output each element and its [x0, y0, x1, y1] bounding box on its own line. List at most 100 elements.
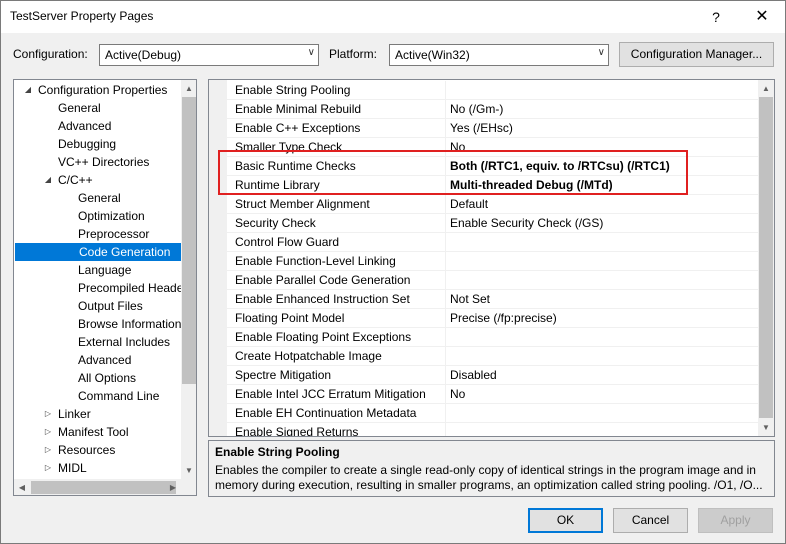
scroll-left-icon[interactable]: ◀ [14, 479, 30, 495]
property-row[interactable]: Enable Intel JCC Erratum Mitigation No [227, 385, 758, 404]
scroll-down-icon[interactable]: ▼ [181, 462, 196, 479]
tree-item[interactable]: Advanced [14, 117, 180, 135]
tree-item[interactable]: Preprocessor [14, 225, 180, 243]
property-name: Enable Signed Returns [235, 425, 359, 437]
property-value[interactable]: No [450, 387, 465, 401]
property-row[interactable]: Enable Signed Returns [227, 423, 758, 437]
tree-item[interactable]: General [14, 99, 180, 117]
property-row[interactable]: Control Flow Guard [227, 233, 758, 252]
collapse-arrow-icon[interactable]: ◢ [23, 81, 33, 99]
ok-button[interactable]: OK [528, 508, 603, 533]
tree-item[interactable]: Code Generation [15, 243, 181, 261]
configuration-label: Configuration: [13, 47, 88, 61]
tree-item-label: Advanced [58, 119, 112, 133]
column-divider [445, 252, 446, 271]
property-value[interactable]: Precise (/fp:precise) [450, 311, 557, 325]
property-value[interactable]: Default [450, 197, 488, 211]
tree-item-label: Precompiled Heade [78, 281, 184, 295]
tree-item[interactable]: Language [14, 261, 180, 279]
property-row[interactable]: Enable Enhanced Instruction Set Not Set [227, 290, 758, 309]
tree-item-label: Code Generation [79, 245, 171, 259]
property-row[interactable]: Enable Minimal Rebuild No (/Gm-) [227, 100, 758, 119]
close-button[interactable]: ✕ [739, 1, 785, 33]
tree-item[interactable]: ▷ Linker [14, 405, 180, 423]
property-name: Enable Function-Level Linking [235, 254, 396, 268]
tree-item[interactable]: Command Line [14, 387, 180, 405]
scroll-thumb[interactable] [759, 97, 773, 418]
tree-item[interactable]: All Options [14, 369, 180, 387]
scroll-right-icon[interactable]: ▶ [165, 479, 181, 495]
column-divider [445, 290, 446, 309]
platform-dropdown[interactable]: Active(Win32) ∨ [389, 44, 609, 66]
property-value[interactable]: Disabled [450, 368, 497, 382]
property-row[interactable]: Smaller Type Check No [227, 138, 758, 157]
tree-vertical-scrollbar[interactable]: ▲ ▼ [181, 80, 196, 479]
tree-item-label: VC++ Directories [58, 155, 150, 169]
property-value[interactable]: No (/Gm-) [450, 102, 503, 116]
column-divider [445, 309, 446, 328]
scroll-down-icon[interactable]: ▼ [758, 419, 774, 436]
collapse-arrow-icon[interactable]: ◢ [43, 171, 53, 189]
tree-item[interactable]: Optimization [14, 207, 180, 225]
property-row[interactable]: Basic Runtime Checks Both (/RTC1, equiv. … [227, 157, 758, 176]
configuration-manager-button[interactable]: Configuration Manager... [619, 42, 774, 67]
property-value[interactable]: Not Set [450, 292, 490, 306]
tree-item[interactable]: Advanced [14, 351, 180, 369]
property-row[interactable]: Enable Floating Point Exceptions [227, 328, 758, 347]
property-name: Enable Parallel Code Generation [235, 273, 411, 287]
tree-item[interactable]: External Includes [14, 333, 180, 351]
property-row[interactable]: Enable EH Continuation Metadata [227, 404, 758, 423]
property-row[interactable]: Runtime Library Multi-threaded Debug (/MT… [227, 176, 758, 195]
property-value[interactable]: No [450, 140, 465, 154]
property-value[interactable]: Multi-threaded Debug (/MTd) [450, 178, 613, 192]
tree-item[interactable]: ◢ Configuration Properties [14, 81, 180, 99]
tree-item[interactable]: General [14, 189, 180, 207]
property-grid: Enable String Pooling Enable Minimal Rebu… [208, 79, 775, 437]
tree-item[interactable]: ▷ MIDL [14, 459, 180, 477]
property-row[interactable]: Enable Parallel Code Generation [227, 271, 758, 290]
property-row[interactable]: Security Check Enable Security Check (/GS… [227, 214, 758, 233]
expand-arrow-icon[interactable]: ▷ [43, 405, 53, 423]
property-row[interactable]: Floating Point Model Precise (/fp:precise… [227, 309, 758, 328]
scroll-thumb[interactable] [182, 97, 196, 384]
expand-arrow-icon[interactable]: ▷ [43, 441, 53, 459]
property-name: Enable Floating Point Exceptions [235, 330, 412, 344]
apply-button[interactable]: Apply [698, 508, 773, 533]
tree-item[interactable]: Browse Information [14, 315, 181, 333]
tree-item-label: Preprocessor [78, 227, 150, 241]
scroll-up-icon[interactable]: ▲ [181, 80, 196, 97]
scroll-up-icon[interactable]: ▲ [758, 80, 774, 97]
property-value[interactable]: Enable Security Check (/GS) [450, 216, 603, 230]
column-divider [445, 271, 446, 290]
expand-arrow-icon[interactable]: ▷ [43, 459, 53, 477]
property-row[interactable]: Create Hotpatchable Image [227, 347, 758, 366]
scroll-thumb[interactable] [31, 481, 176, 494]
property-name: Enable Minimal Rebuild [235, 102, 362, 116]
grid-vertical-scrollbar[interactable]: ▲ ▼ [758, 80, 774, 436]
tree-item[interactable]: Precompiled Heade [14, 279, 184, 297]
property-row[interactable]: Enable String Pooling [227, 81, 758, 100]
expand-arrow-icon[interactable]: ▷ [43, 423, 53, 441]
column-divider [445, 233, 446, 252]
tree-item[interactable]: VC++ Directories [14, 153, 180, 171]
property-name: Control Flow Guard [235, 235, 340, 249]
tree-item-label: General [58, 101, 101, 115]
tree-item[interactable]: ▷ Resources [14, 441, 180, 459]
property-row[interactable]: Spectre Mitigation Disabled [227, 366, 758, 385]
tree-horizontal-scrollbar[interactable]: ◀ ▶ [14, 479, 196, 495]
tree-item[interactable]: ▷ Manifest Tool [14, 423, 180, 441]
property-value[interactable]: Both (/RTC1, equiv. to /RTCsu) (/RTC1) [450, 159, 670, 173]
title-bar: TestServer Property Pages ? ✕ [1, 1, 785, 33]
property-row[interactable]: Struct Member Alignment Default [227, 195, 758, 214]
tree-item-label: Manifest Tool [58, 425, 129, 439]
tree-item[interactable]: ◢ C/C++ [14, 171, 180, 189]
configuration-dropdown[interactable]: Active(Debug) ∨ [99, 44, 319, 66]
tree-item[interactable]: Output Files [14, 297, 180, 315]
property-row[interactable]: Enable C++ Exceptions Yes (/EHsc) [227, 119, 758, 138]
cancel-button[interactable]: Cancel [613, 508, 688, 533]
property-row[interactable]: Enable Function-Level Linking [227, 252, 758, 271]
tree-item[interactable]: Debugging [14, 135, 180, 153]
help-button[interactable]: ? [693, 1, 739, 33]
column-divider [445, 195, 446, 214]
property-value[interactable]: Yes (/EHsc) [450, 121, 513, 135]
